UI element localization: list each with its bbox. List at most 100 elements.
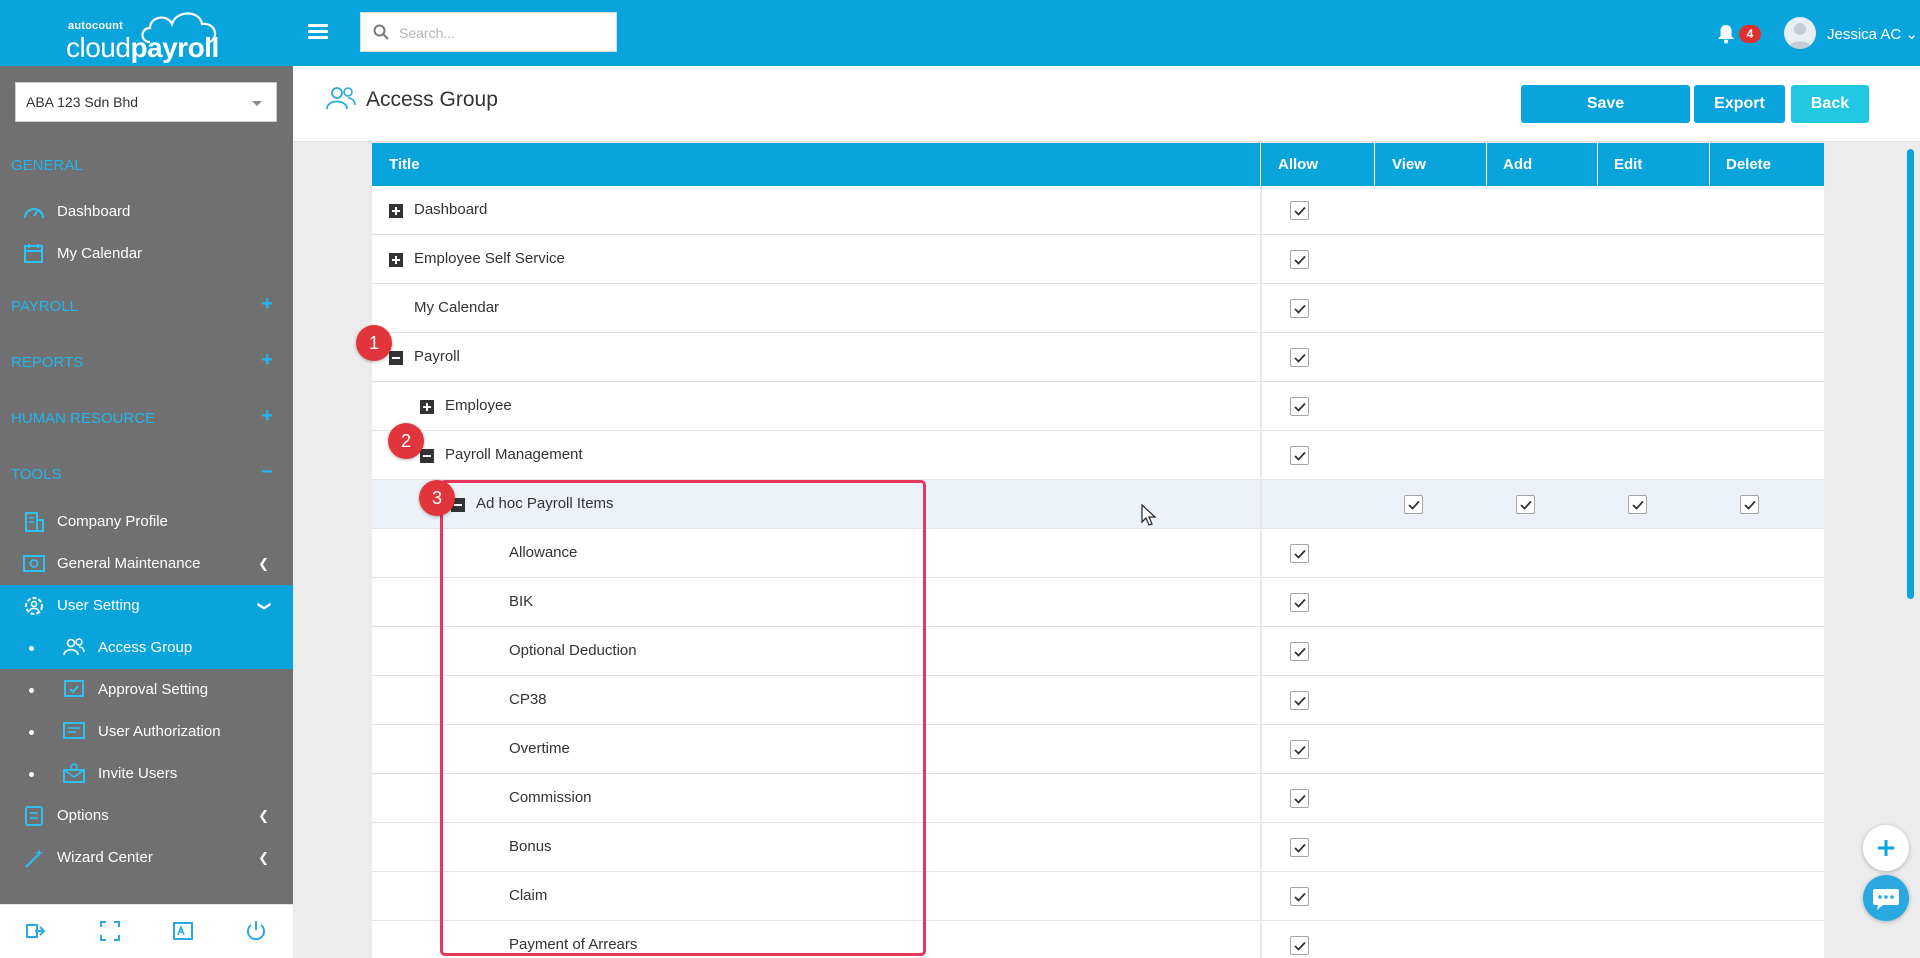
approval-icon (64, 680, 84, 697)
chevron-left-icon: ❮ (258, 850, 269, 865)
allow-checkbox[interactable] (1290, 544, 1309, 563)
add-checkbox[interactable] (1516, 495, 1535, 514)
add-fab-button[interactable] (1863, 825, 1909, 871)
back-button[interactable]: Back (1791, 85, 1869, 123)
top-bar: autocount cloudpayroll 4 Jessica AC ⌄ (0, 0, 1920, 66)
plus-icon (1878, 840, 1894, 856)
sidebar-item-invite-users[interactable]: Invite Users (0, 753, 293, 795)
sidebar-item-access-group[interactable]: Access Group (0, 627, 293, 669)
column-view: View (1392, 156, 1426, 173)
menu-toggle-icon[interactable] (308, 24, 328, 40)
table-row: Payroll Management (372, 431, 1824, 480)
sidebar-item-dashboard[interactable]: Dashboard (0, 191, 293, 233)
building-icon (25, 512, 44, 532)
options-icon (25, 806, 43, 826)
collapse-icon[interactable] (420, 449, 434, 463)
bullet-icon (29, 772, 34, 777)
chat-fab-button[interactable] (1863, 875, 1909, 921)
company-name: ABA 123 Sdn Bhd (26, 94, 139, 110)
allow-checkbox[interactable] (1290, 691, 1309, 710)
user-name: Jessica AC ⌄ (1827, 26, 1918, 43)
expand-icon[interactable] (389, 253, 403, 267)
section-tools[interactable]: TOOLS − (0, 455, 293, 495)
table-row: Dashboard (372, 186, 1824, 235)
allow-checkbox[interactable] (1290, 838, 1309, 857)
plus-icon: + (261, 405, 273, 427)
section-human-resource[interactable]: HUMAN RESOURCE + (0, 399, 293, 439)
column-allow: Allow (1278, 156, 1318, 173)
logout-icon[interactable] (24, 919, 48, 943)
app-logo[interactable]: autocount cloudpayroll (64, 6, 234, 63)
avatar (1784, 17, 1816, 49)
maintenance-icon (23, 555, 45, 572)
sidebar-item-approval-setting[interactable]: Approval Setting (0, 669, 293, 711)
expand-icon[interactable] (389, 204, 403, 218)
search-icon (373, 24, 389, 40)
allow-checkbox[interactable] (1290, 299, 1309, 318)
section-reports[interactable]: REPORTS + (0, 343, 293, 383)
invite-icon (63, 763, 85, 783)
sidebar-item-user-authorization[interactable]: User Authorization (0, 711, 293, 753)
brand-main: cloudpayroll (66, 32, 219, 63)
callout-badge-3: 3 (419, 480, 455, 516)
sidebar: ABA 123 Sdn Bhd GENERAL Dashboard My Cal… (0, 66, 293, 958)
allow-checkbox[interactable] (1290, 397, 1309, 416)
search-input[interactable] (399, 21, 609, 45)
view-checkbox[interactable] (1404, 495, 1423, 514)
row-title: Dashboard (414, 201, 488, 218)
table-row: My Calendar (372, 284, 1824, 333)
allow-checkbox[interactable] (1290, 789, 1309, 808)
bell-icon[interactable] (1717, 24, 1735, 44)
allow-checkbox[interactable] (1290, 201, 1309, 220)
save-button[interactable]: Save (1521, 85, 1690, 123)
sidebar-item-company-profile[interactable]: Company Profile (0, 501, 293, 543)
bullet-icon (29, 646, 34, 651)
row-title: Employee Self Service (414, 250, 565, 267)
allow-checkbox[interactable] (1290, 348, 1309, 367)
power-icon[interactable] (244, 919, 268, 943)
scrollbar-thumb[interactable] (1907, 149, 1914, 599)
users-icon (63, 638, 85, 656)
sidebar-item-options[interactable]: Options ❮ (0, 795, 293, 837)
bullet-icon (29, 688, 34, 693)
authorization-icon (63, 722, 85, 739)
allow-checkbox[interactable] (1290, 593, 1309, 612)
language-icon[interactable] (171, 919, 195, 943)
column-title: Title (389, 156, 420, 173)
row-title: Payroll Management (445, 446, 583, 463)
row-title: Employee (445, 397, 512, 414)
mouse-cursor-icon (1141, 504, 1157, 526)
edit-checkbox[interactable] (1628, 495, 1647, 514)
chevron-left-icon: ❮ (258, 808, 269, 823)
company-select[interactable]: ABA 123 Sdn Bhd (15, 82, 277, 122)
row-title: My Calendar (414, 299, 500, 316)
allow-checkbox[interactable] (1290, 887, 1309, 906)
column-add: Add (1503, 156, 1533, 173)
section-general[interactable]: GENERAL (0, 146, 293, 186)
section-payroll[interactable]: PAYROLL + (0, 287, 293, 327)
allow-checkbox[interactable] (1290, 446, 1309, 465)
allow-checkbox[interactable] (1290, 642, 1309, 661)
chat-icon (1873, 889, 1899, 910)
export-button[interactable]: Export (1694, 85, 1785, 123)
expand-icon[interactable] (420, 400, 434, 414)
row-title: Payroll (414, 348, 460, 365)
collapse-icon[interactable] (389, 351, 403, 365)
sidebar-item-user-setting[interactable]: User Setting ❮ (0, 585, 293, 627)
table-row: Payroll (372, 333, 1824, 382)
fullscreen-icon[interactable] (98, 919, 122, 943)
sidebar-item-my-calendar[interactable]: My Calendar (0, 233, 293, 275)
allow-checkbox[interactable] (1290, 250, 1309, 269)
sidebar-item-wizard-center[interactable]: Wizard Center ❮ (0, 837, 293, 879)
calendar-icon (24, 244, 43, 263)
search-box (360, 12, 617, 52)
table-header: Title Allow View Add Edit Delete (372, 143, 1824, 186)
notification-badge: 4 (1739, 25, 1761, 43)
callout-badge-2: 2 (388, 423, 424, 459)
allow-checkbox[interactable] (1290, 740, 1309, 759)
chevron-down-icon: ❮ (255, 600, 271, 612)
delete-checkbox[interactable] (1740, 495, 1759, 514)
sidebar-item-general-maintenance[interactable]: General Maintenance ❮ (0, 543, 293, 585)
scrollbar[interactable] (1906, 140, 1916, 940)
allow-checkbox[interactable] (1290, 936, 1309, 955)
